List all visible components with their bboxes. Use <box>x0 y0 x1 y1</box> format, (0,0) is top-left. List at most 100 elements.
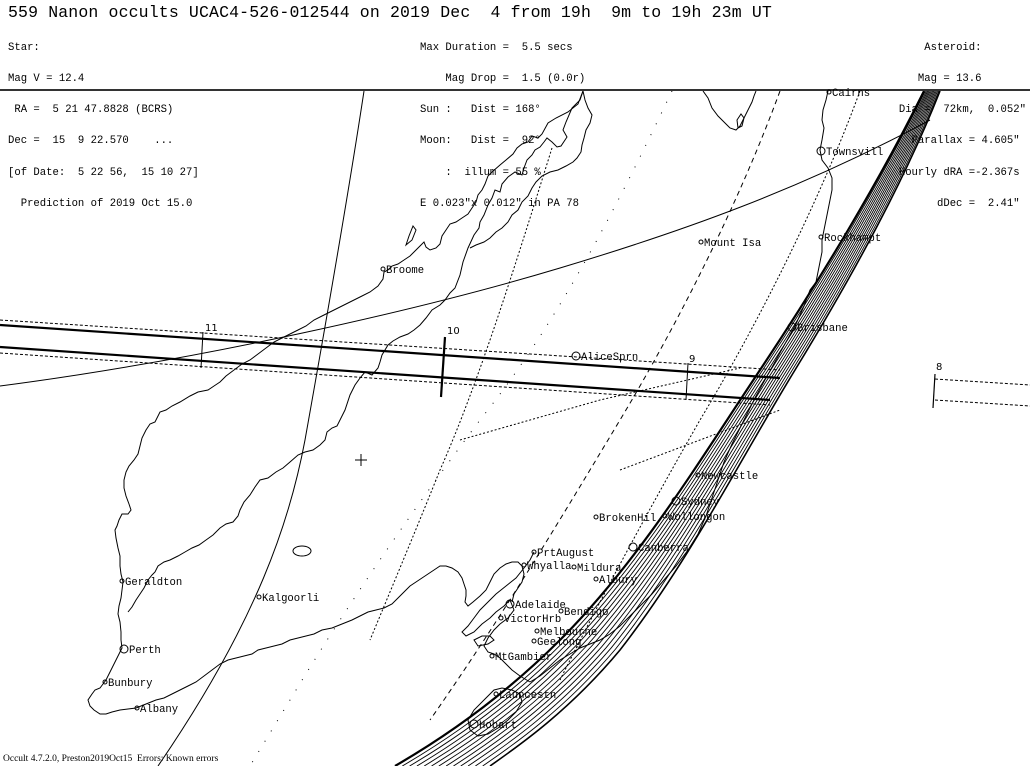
limb-contour-line <box>409 91 927 766</box>
city-label: Rockhampt <box>824 233 881 245</box>
time-tick-10 <box>439 336 447 398</box>
coastline-north-west <box>127 91 584 613</box>
occultation-map: 11 10 9 8 Cairns Townsvill Mount Isa Rockha… <box>0 88 1030 766</box>
limb-contour-line <box>438 91 932 766</box>
city-dot-icon <box>698 239 704 245</box>
city-layer: Cairns Townsvill Mount Isa Rockhampt Broome B… <box>102 88 883 732</box>
city-marker: Kalgoorli <box>256 593 319 605</box>
city-label: Townsvill <box>826 147 883 159</box>
city-label: Sydney <box>681 497 719 509</box>
city-label: MtGambier <box>495 652 552 664</box>
city-marker: Geraldton <box>119 577 182 589</box>
terminator-dashed-3 <box>429 91 781 721</box>
city-label: BrokenHil <box>599 513 656 525</box>
city-dot-icon <box>256 594 262 600</box>
city-label: Wollongon <box>668 512 725 524</box>
time-tick-label-9: 9 <box>689 354 695 365</box>
city-label: Mount Isa <box>704 238 761 250</box>
city-marker: Whyalla <box>521 561 572 573</box>
city-label: Bunbury <box>108 678 153 690</box>
city-marker: MtGambier <box>489 652 552 664</box>
limb-contour-line <box>460 91 936 766</box>
city-marker: Mildura <box>571 563 622 575</box>
city-dot-icon <box>534 628 540 634</box>
coastline-gulf-st-vincent <box>483 599 531 683</box>
city-marker: Townsvill <box>816 146 883 159</box>
coastline-kimberley <box>469 91 593 249</box>
limb-contour-line <box>453 91 935 766</box>
terminator-dotted-2 <box>369 147 553 641</box>
limb-contour-group <box>402 91 940 766</box>
city-label: Albany <box>140 704 178 716</box>
software-footer: Occult 4.7.2.0, Preston2019Oct15 Errors:… <box>3 754 219 764</box>
city-label: Hobart <box>479 720 517 732</box>
coastline-gulf-and-se <box>702 91 757 131</box>
city-marker: BrokenHil <box>593 513 656 525</box>
city-marker: Hobart <box>469 719 517 732</box>
terminator-dotted-1 <box>249 91 673 766</box>
city-label: AliceSprn <box>581 352 638 364</box>
city-marker: AliceSprn <box>571 351 638 364</box>
map-center-cross <box>355 454 367 466</box>
coastline-victoria <box>529 281 817 683</box>
city-label: Newcastle <box>701 471 758 483</box>
city-marker: Bunbury <box>102 678 153 690</box>
city-label: Bendigo <box>564 607 609 619</box>
city-marker: Rockhampt <box>818 233 881 245</box>
city-label: Broome <box>386 265 424 277</box>
city-marker: Albury <box>593 575 637 587</box>
city-label: Perth <box>129 645 161 657</box>
city-dot-icon <box>489 653 495 659</box>
terminator-dotted-5 <box>459 367 741 441</box>
city-dot-icon <box>571 351 581 361</box>
city-dot-icon <box>380 266 386 272</box>
city-dot-icon <box>531 638 537 644</box>
island-kangaroo <box>473 635 495 647</box>
city-marker: Newcastle <box>695 471 758 483</box>
city-label: VictorHrb <box>504 614 561 626</box>
city-label: Kalgoorli <box>262 593 319 605</box>
city-dot-icon <box>593 576 599 582</box>
shadow-path-north-edge <box>0 323 781 380</box>
city-label: Whyalla <box>527 561 572 573</box>
city-label: Brisbane <box>797 323 848 335</box>
city-marker: Perth <box>119 644 161 657</box>
city-dot-icon <box>498 615 504 621</box>
limb-contour-line <box>416 91 929 766</box>
city-dot-icon <box>493 691 499 697</box>
city-marker: Geelong <box>531 637 582 649</box>
city-dot-icon <box>571 564 577 570</box>
city-marker: Bendigo <box>558 607 609 619</box>
city-marker: Mount Isa <box>698 238 761 250</box>
error-ellipse-marker <box>292 545 312 557</box>
limb-boundary-main <box>394 91 925 766</box>
time-tick-8 <box>932 373 936 409</box>
city-marker: Adelaide <box>505 599 566 612</box>
city-label: PrtAugust <box>537 548 594 560</box>
limb-contour-line <box>467 91 937 766</box>
time-tick-label-8: 8 <box>936 362 942 373</box>
city-marker: VictorHrb <box>498 614 561 626</box>
city-label: Cairns <box>832 88 870 100</box>
city-dot-icon <box>628 542 638 552</box>
city-marker: Wollongon <box>662 512 725 524</box>
time-tick-label-10: 10 <box>447 326 460 337</box>
city-marker: PrtAugust <box>531 548 594 560</box>
city-marker: Albany <box>134 704 178 716</box>
city-label: Geraldton <box>125 577 182 589</box>
city-marker: Launcestn <box>493 690 556 702</box>
path-segment-east-north <box>934 378 1030 386</box>
shadow-path-south-edge <box>0 345 771 402</box>
city-marker: Broome <box>380 265 424 277</box>
city-marker: Brisbane <box>787 322 848 335</box>
city-label: Launcestn <box>499 690 556 702</box>
city-label: Canberra <box>638 543 689 555</box>
island-melville <box>404 224 417 247</box>
city-marker: Canberra <box>628 542 689 555</box>
time-tick-label-11: 11 <box>205 323 218 334</box>
city-marker: Cairns <box>826 88 870 100</box>
time-tick-11 <box>200 331 204 369</box>
graticule-line-west <box>157 91 365 766</box>
city-label: Adelaide <box>515 600 566 612</box>
city-dot-icon <box>593 514 599 520</box>
